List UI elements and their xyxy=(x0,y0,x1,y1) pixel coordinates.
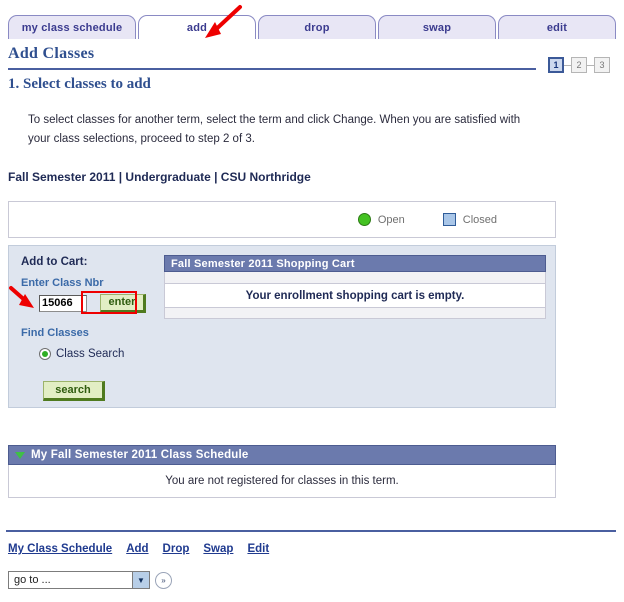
step-connector xyxy=(564,64,571,66)
legend-open-label: Open xyxy=(377,213,405,226)
radio-selected-dot xyxy=(42,351,48,357)
legend-closed-label: Closed xyxy=(462,213,497,226)
footer-divider xyxy=(6,530,616,532)
step-connector xyxy=(587,64,594,66)
search-button-label: search xyxy=(55,384,91,396)
tab-label: my class schedule xyxy=(21,21,123,34)
goto-go-button[interactable]: » xyxy=(155,571,172,589)
class-search-label: Class Search xyxy=(56,348,125,360)
tab-edit[interactable]: edit xyxy=(498,15,616,39)
goto-select[interactable]: go to ... ▼ xyxy=(8,571,150,589)
add-to-cart-heading: Add to Cart: xyxy=(21,256,88,268)
class-nbr-label: Enter Class Nbr xyxy=(21,277,104,289)
add-to-cart-form: Add to Cart: Enter Class Nbr enter Find … xyxy=(9,246,164,407)
footer-nav: My Class Schedule Add Drop Swap Edit xyxy=(8,543,269,555)
goto-row: go to ... ▼ » xyxy=(8,571,172,589)
legend-open: Open xyxy=(357,213,405,226)
class-nbr-input[interactable] xyxy=(39,294,87,312)
chevron-down-icon[interactable]: ▼ xyxy=(132,572,149,588)
tab-my-class-schedule[interactable]: my class schedule xyxy=(8,15,136,39)
title-divider xyxy=(8,68,536,70)
tab-drop[interactable]: drop xyxy=(258,15,376,39)
tab-add[interactable]: add xyxy=(138,15,256,39)
step-1[interactable]: 1 xyxy=(548,57,564,73)
tab-bar: my class schedule add drop swap edit xyxy=(8,15,616,41)
page-title: Add Classes xyxy=(8,45,95,62)
term-breadcrumb: Fall Semester 2011 | Undergraduate | CSU… xyxy=(8,170,311,184)
search-button[interactable]: search xyxy=(43,381,105,401)
tab-label: drop xyxy=(304,21,330,34)
class-schedule-message: You are not registered for classes in th… xyxy=(165,475,399,487)
step-indicator: 1 2 3 xyxy=(548,57,610,73)
class-schedule-header-label: My Fall Semester 2011 Class Schedule xyxy=(31,449,249,461)
tab-underline xyxy=(8,40,616,41)
enter-button-label: enter xyxy=(108,296,136,308)
enter-button[interactable]: enter xyxy=(100,293,146,313)
shopping-cart-empty-message: Your enrollment shopping cart is empty. xyxy=(164,283,546,308)
open-circle-icon xyxy=(357,213,371,226)
footer-link-my-class-schedule[interactable]: My Class Schedule xyxy=(8,543,112,555)
radio-icon[interactable] xyxy=(39,348,51,360)
shopping-cart-table: Fall Semester 2011 Shopping Cart Your en… xyxy=(164,255,546,319)
class-schedule-header[interactable]: My Fall Semester 2011 Class Schedule xyxy=(8,445,556,465)
find-classes-label: Find Classes xyxy=(21,327,89,339)
class-search-option[interactable]: Class Search xyxy=(39,348,164,360)
add-to-cart-panel: Add to Cart: Enter Class Nbr enter Find … xyxy=(8,245,556,408)
footer-link-edit[interactable]: Edit xyxy=(247,543,269,555)
step-2[interactable]: 2 xyxy=(571,57,587,73)
shopping-cart-footer-row xyxy=(164,308,546,319)
closed-square-icon xyxy=(442,213,456,226)
shopping-cart-header: Fall Semester 2011 Shopping Cart xyxy=(164,255,546,272)
collapse-triangle-icon[interactable] xyxy=(15,451,25,459)
class-nbr-row: enter xyxy=(21,293,164,313)
tab-label: swap xyxy=(422,21,452,34)
status-legend: Open Closed xyxy=(8,201,556,238)
class-schedule-body: You are not registered for classes in th… xyxy=(8,465,556,498)
tab-label: edit xyxy=(546,21,568,34)
step-3[interactable]: 3 xyxy=(594,57,610,73)
tab-swap[interactable]: swap xyxy=(378,15,496,39)
goto-select-value: go to ... xyxy=(14,574,51,586)
footer-link-drop[interactable]: Drop xyxy=(163,543,190,555)
tab-label: add xyxy=(186,21,208,34)
shopping-cart-column-row xyxy=(164,272,546,283)
legend-closed: Closed xyxy=(442,213,497,226)
footer-link-swap[interactable]: Swap xyxy=(203,543,233,555)
section-heading: 1. Select classes to add xyxy=(8,76,151,92)
instruction-text: To select classes for another term, sele… xyxy=(28,114,521,145)
footer-link-add[interactable]: Add xyxy=(126,543,148,555)
